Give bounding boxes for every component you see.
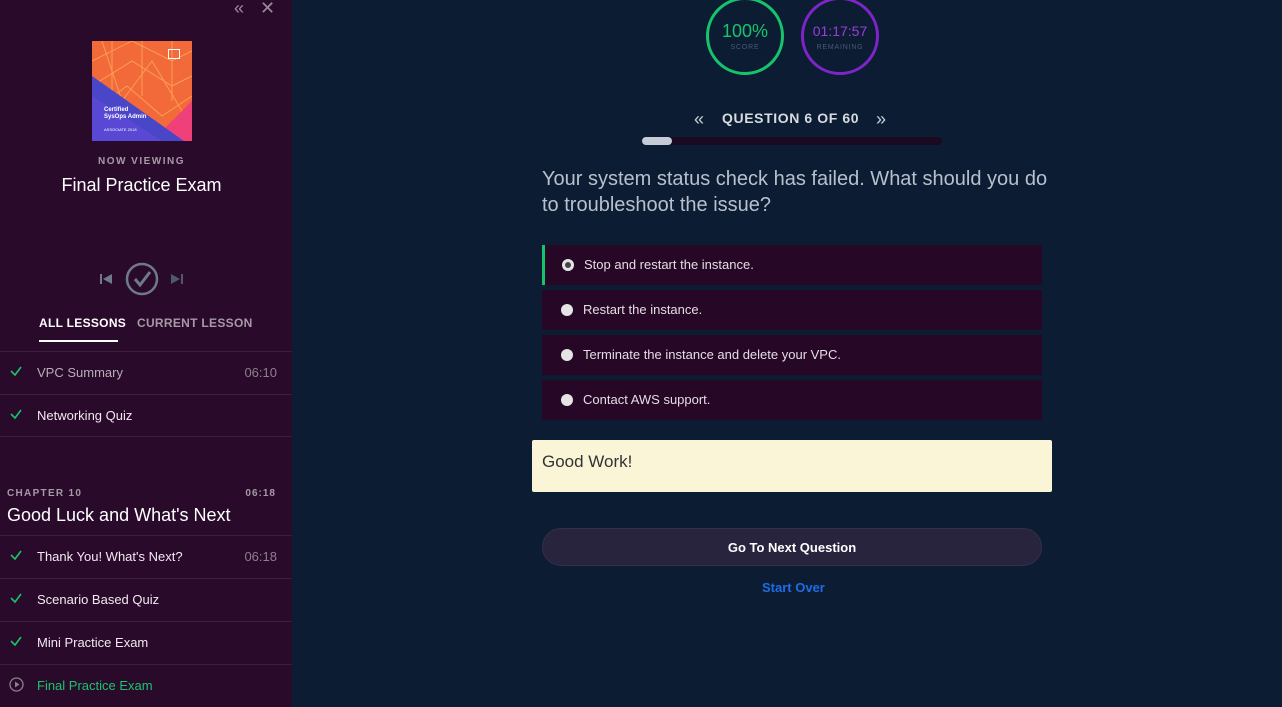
- lesson-title: Mini Practice Exam: [37, 635, 149, 650]
- tab-active-indicator: [39, 340, 118, 342]
- play-circle-icon: [9, 677, 24, 697]
- answer-label: Contact AWS support.: [583, 392, 711, 407]
- sidebar: « ✕ Certified SysOps Admin ASSOCIATE 201…: [0, 0, 292, 707]
- check-circle-icon[interactable]: [125, 262, 159, 301]
- feedback-text: Good Work!: [542, 452, 633, 471]
- lesson-item[interactable]: Scenario Based Quiz: [0, 578, 292, 621]
- skip-next-icon[interactable]: [170, 272, 184, 291]
- lesson-duration: 06:18: [244, 549, 277, 564]
- start-over-link[interactable]: Start Over: [762, 580, 825, 595]
- tab-current-lesson[interactable]: CURRENT LESSON: [137, 316, 253, 330]
- radio-icon: [562, 259, 574, 271]
- radio-icon: [561, 304, 573, 316]
- course-thumbnail: Certified SysOps Admin ASSOCIATE 2018: [92, 41, 192, 141]
- lesson-item[interactable]: Networking Quiz: [0, 394, 292, 437]
- score-ring: 100% SCORE: [706, 0, 784, 75]
- course-badge-icon: [168, 49, 180, 59]
- lesson-title: Final Practice Exam: [37, 678, 153, 693]
- chapter-duration: 06:18: [245, 488, 276, 499]
- answer-label: Stop and restart the instance.: [584, 257, 754, 272]
- lesson-title: Scenario Based Quiz: [37, 592, 160, 607]
- lesson-title: Networking Quiz: [37, 408, 133, 423]
- answer-option[interactable]: Stop and restart the instance.: [542, 245, 1042, 285]
- lesson-title: Thank You! What's Next?: [37, 549, 183, 564]
- chevron-double-left-icon[interactable]: «: [694, 109, 704, 130]
- course-thumb-subtitle: ASSOCIATE 2018: [104, 127, 137, 132]
- lesson-duration: 06:10: [244, 365, 277, 380]
- radio-icon: [561, 349, 573, 361]
- next-question-button[interactable]: Go To Next Question: [542, 528, 1042, 566]
- course-thumb-title: Certified SysOps Admin: [104, 107, 147, 120]
- time-remaining-label: REMAINING: [816, 44, 864, 51]
- question-progress-fill: [642, 137, 672, 145]
- chevron-double-right-icon[interactable]: »: [876, 109, 886, 130]
- answer-label: Terminate the instance and delete your V…: [583, 347, 841, 362]
- lesson-item-current[interactable]: Final Practice Exam: [0, 664, 292, 707]
- lesson-item[interactable]: VPC Summary 06:10: [0, 351, 292, 394]
- tab-all-lessons[interactable]: ALL LESSONS: [39, 316, 126, 330]
- radio-icon: [561, 394, 573, 406]
- skip-previous-icon[interactable]: [99, 272, 113, 291]
- close-icon[interactable]: ✕: [260, 0, 275, 17]
- question-progress-bar: [642, 137, 942, 145]
- timer-ring: 01:17:57 REMAINING: [801, 0, 879, 75]
- question-counter: QUESTION 6 OF 60: [722, 110, 860, 126]
- lesson-title: VPC Summary: [37, 365, 123, 380]
- now-viewing-title: Final Practice Exam: [61, 175, 222, 195]
- question-text: Your system status check has failed. Wha…: [542, 168, 1048, 216]
- check-icon: [9, 407, 23, 426]
- collapse-icon[interactable]: «: [234, 0, 244, 17]
- check-icon: [9, 548, 23, 567]
- answer-option[interactable]: Contact AWS support.: [542, 380, 1042, 420]
- chapter-title: Good Luck and What's Next: [7, 505, 231, 525]
- check-icon: [9, 364, 23, 383]
- chapter-label: CHAPTER 10: [7, 488, 83, 499]
- lesson-item[interactable]: Thank You! What's Next? 06:18: [0, 535, 292, 578]
- lesson-item[interactable]: Mini Practice Exam: [0, 621, 292, 664]
- check-icon: [9, 634, 23, 653]
- score-label: SCORE: [730, 44, 760, 51]
- answer-label: Restart the instance.: [583, 302, 703, 317]
- time-remaining-value: 01:17:57: [812, 23, 868, 39]
- score-value: 100%: [721, 21, 769, 41]
- now-viewing-label: NOW VIEWING: [97, 156, 186, 167]
- feedback-banner: Good Work!: [532, 440, 1052, 492]
- answer-option[interactable]: Terminate the instance and delete your V…: [542, 335, 1042, 375]
- answer-option[interactable]: Restart the instance.: [542, 290, 1042, 330]
- check-icon: [9, 591, 23, 610]
